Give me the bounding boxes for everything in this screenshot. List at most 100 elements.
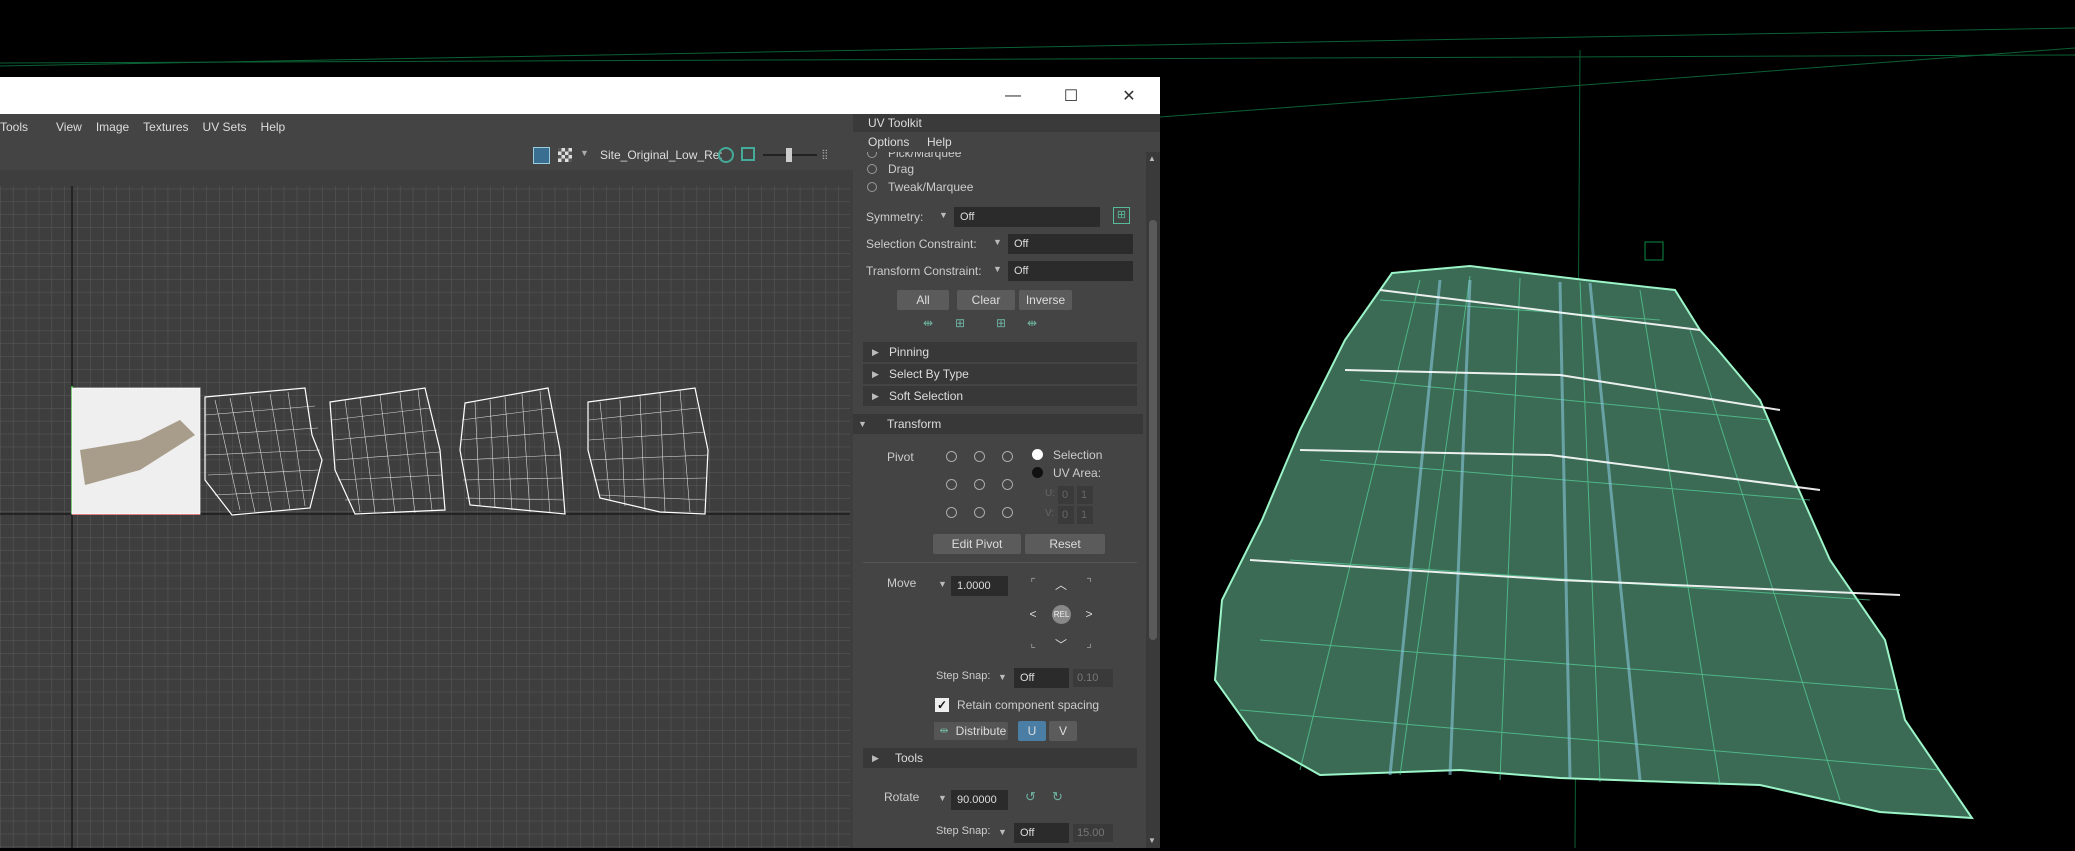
transform-constraint-dropdown-icon[interactable]: ▼ [993,264,1002,274]
collapsed-arrow-icon: ▶ [872,753,879,763]
rotate-step-snap-amount-field[interactable]: 15.00 [1073,824,1113,842]
move-left-icon[interactable]: < [1025,607,1041,621]
section-soft-selection[interactable]: ▶ Soft Selection [863,386,1137,406]
maximize-button[interactable]: ☐ [1048,77,1094,114]
menu-textures[interactable]: Textures [143,120,188,134]
close-button[interactable]: ✕ [1106,77,1152,114]
menu-uv-sets[interactable]: UV Sets [203,120,247,134]
u-max-field[interactable]: 1 [1077,486,1093,504]
section-select-by-type[interactable]: ▶ Select By Type [863,364,1137,384]
selection-constraint-label: Selection Constraint: [866,237,977,251]
toolkit-scrollbar[interactable]: ▲ ▼ [1146,152,1160,848]
move-corner-tr-icon[interactable]: ⌝ [1081,576,1097,590]
retain-spacing-checkbox[interactable]: ✓ [935,698,949,712]
step-snap-amount-field[interactable]: 0.10 [1073,669,1113,687]
u-min-field[interactable]: 0 [1058,486,1074,504]
rotate-step-snap-label: Step Snap: [936,825,991,837]
pivot-uv-area-radio[interactable] [1032,467,1043,478]
select-all-button[interactable]: All [897,290,949,310]
rotate-dropdown-icon[interactable]: ▼ [938,793,947,803]
scroll-up-icon[interactable]: ▲ [1148,154,1156,163]
rotate-label: Rotate [884,790,920,804]
rotate-step-snap-field[interactable]: Off [1014,823,1069,843]
reset-pivot-button[interactable]: Reset [1025,534,1105,554]
pick-marquee-label: Pick/Marquee [888,152,962,160]
toolkit-menu-options[interactable]: Options [868,135,909,149]
clear-button[interactable]: Clear [957,290,1015,310]
uv-grid-canvas[interactable] [0,150,850,848]
pivot-selection-radio[interactable] [1032,449,1043,460]
distribute-u-button[interactable]: U [1018,721,1046,741]
move-right-icon[interactable]: > [1081,607,1097,621]
pivot-point-mc[interactable] [974,479,985,490]
selection-constraint-field[interactable]: Off [1008,234,1133,254]
retain-spacing-label: Retain component spacing [957,698,1100,712]
symmetry-label: Symmetry: [866,210,924,224]
rotate-step-snap-dropdown-icon[interactable]: ▼ [998,827,1007,837]
tweak-marquee-radio[interactable] [867,182,877,192]
distribute-button[interactable]: Distribute [954,722,1008,740]
v-label: V: [1045,508,1055,519]
symmetry-dropdown-icon[interactable]: ▼ [939,210,948,220]
pivot-label: Pivot [887,450,914,464]
menu-view[interactable]: View [56,120,82,134]
rotate-ccw-icon[interactable]: ↺ [1025,789,1036,805]
rotate-cw-icon[interactable]: ↻ [1052,789,1063,805]
toolkit-menu-help[interactable]: Help [927,135,952,149]
menu-tools[interactable]: Tools [0,120,28,134]
edit-pivot-button[interactable]: Edit Pivot [933,534,1021,554]
minimize-button[interactable]: — [990,77,1036,114]
pivot-uv-area-label: UV Area: [1053,466,1102,480]
move-corner-br-icon[interactable]: ⌟ [1081,636,1097,650]
toolkit-title: UV Toolkit [853,114,1160,132]
move-down-icon[interactable]: ﹀ [1053,636,1069,653]
select-shell-icon[interactable]: ⊞ [996,316,1006,330]
pivot-point-tr[interactable] [1002,451,1013,462]
symmetry-icon[interactable]: ⊞ [1113,207,1130,224]
symmetry-field[interactable]: Off [954,207,1100,227]
pivot-point-bl[interactable] [946,507,957,518]
divider [863,562,1137,563]
pivot-point-tl[interactable] [946,451,957,462]
transform-constraint-label: Transform Constraint: [866,264,982,278]
section-tools[interactable]: ▶ Tools [863,748,1137,768]
shrink-selection-icon[interactable]: ⊞ [955,316,965,330]
grow-selection-icon[interactable]: ⇹ [923,316,933,330]
terrain-mesh [1213,264,1974,820]
menu-image[interactable]: Image [96,120,129,134]
pivot-point-tc[interactable] [974,451,985,462]
move-dropdown-icon[interactable]: ▼ [938,579,947,589]
move-relative-button[interactable]: REL [1052,605,1071,624]
inverse-button[interactable]: Inverse [1019,290,1072,310]
move-up-icon[interactable]: ︿ [1053,576,1069,593]
uv-menu-bar: Tools View Image Textures UV Sets Help [0,114,853,140]
section-pinning[interactable]: ▶ Pinning [863,342,1137,362]
pivot-point-ml[interactable] [946,479,957,490]
drag-label: Drag [888,162,915,176]
step-snap-dropdown-icon[interactable]: ▼ [998,672,1007,682]
pivot-point-br[interactable] [1002,507,1013,518]
select-border-icon[interactable]: ⇹ [1027,316,1037,330]
move-corner-bl-icon[interactable]: ⌞ [1025,636,1041,650]
scrollbar-thumb[interactable] [1149,220,1157,640]
menu-help[interactable]: Help [261,120,286,134]
viewport-gizmo-icon [1644,241,1664,261]
v-max-field[interactable]: 1 [1077,506,1093,524]
v-min-field[interactable]: 0 [1058,506,1074,524]
rotate-amount-field[interactable]: 90.0000 [951,790,1008,810]
step-snap-field[interactable]: Off [1014,668,1069,688]
drag-radio[interactable] [867,164,877,174]
selection-constraint-dropdown-icon[interactable]: ▼ [993,237,1002,247]
distribute-icon[interactable]: ⇹ [934,722,954,740]
distribute-v-button[interactable]: V [1049,721,1077,741]
move-amount-field[interactable]: 1.0000 [951,576,1008,596]
pivot-point-bc[interactable] [974,507,985,518]
move-corner-tl-icon[interactable]: ⌜ [1025,576,1041,590]
scroll-down-icon[interactable]: ▼ [1148,836,1156,845]
section-transform[interactable]: ▼ Transform [853,414,1143,434]
transform-constraint-field[interactable]: Off [1008,261,1133,281]
title-bar[interactable]: — ☐ ✕ [0,77,1160,114]
move-label: Move [887,576,917,590]
pivot-point-mr[interactable] [1002,479,1013,490]
pick-marquee-radio[interactable] [867,152,877,158]
